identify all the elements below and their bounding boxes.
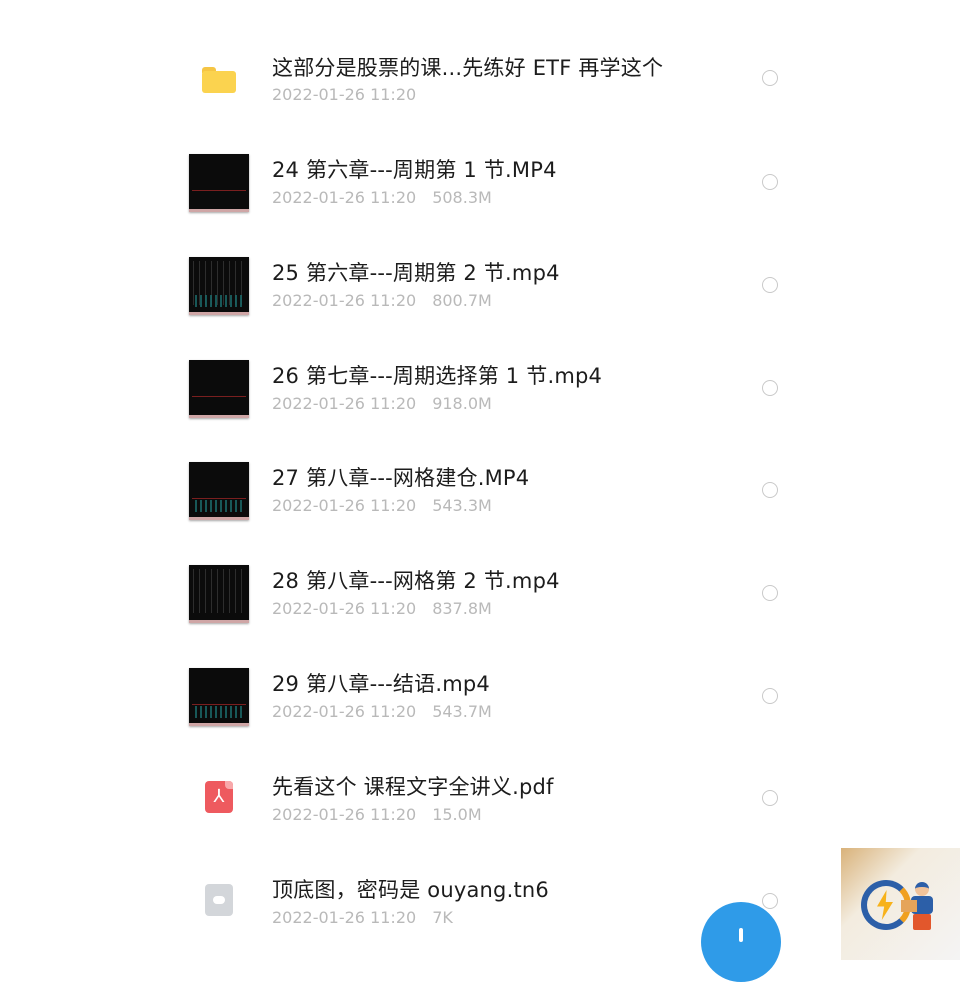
select-radio[interactable] bbox=[762, 174, 778, 190]
courier-figure-icon bbox=[901, 882, 935, 930]
file-size: 800.7M bbox=[432, 291, 492, 310]
select-radio[interactable] bbox=[762, 688, 778, 704]
file-size: 837.8M bbox=[432, 599, 492, 618]
file-meta: 2022-01-26 11:20 bbox=[272, 85, 416, 104]
video-thumbnail bbox=[189, 257, 249, 315]
file-date: 2022-01-26 11:20 bbox=[272, 908, 417, 927]
file-meta: 2022-01-26 11:20 918.0M bbox=[272, 394, 492, 413]
file-size: 543.3M bbox=[432, 496, 492, 515]
video-thumbnail bbox=[189, 565, 249, 623]
file-date: 2022-01-26 11:20 bbox=[272, 496, 417, 515]
video-thumbnail bbox=[189, 668, 249, 726]
list-item[interactable]: 27 第八章---网格建仓.MP4 2022-01-26 11:20 543.3M bbox=[0, 425, 960, 528]
video-thumbnail bbox=[189, 154, 249, 212]
list-item[interactable]: 25 第六章---周期第 2 节.mp4 2022-01-26 11:20 800… bbox=[0, 220, 960, 323]
cloud-file-icon bbox=[205, 884, 233, 916]
file-size: 543.7M bbox=[432, 702, 492, 721]
file-date: 2022-01-26 11:20 bbox=[272, 805, 417, 824]
select-radio[interactable] bbox=[762, 790, 778, 806]
file-title: 28 第八章---网格第 2 节.mp4 bbox=[272, 569, 560, 593]
file-meta: 2022-01-26 11:20 543.7M bbox=[272, 702, 492, 721]
courier-logo bbox=[841, 848, 960, 960]
file-meta: 2022-01-26 11:20 800.7M bbox=[272, 291, 492, 310]
file-size: 7K bbox=[432, 908, 453, 927]
list-item[interactable]: 29 第八章---结语.mp4 2022-01-26 11:20 543.7M bbox=[0, 631, 960, 734]
file-meta: 2022-01-26 11:20 15.0M bbox=[272, 805, 482, 824]
file-date: 2022-01-26 11:20 bbox=[272, 85, 417, 104]
select-radio[interactable] bbox=[762, 380, 778, 396]
file-title: 29 第八章---结语.mp4 bbox=[272, 672, 490, 696]
video-thumbnail bbox=[189, 462, 249, 520]
file-title: 先看这个 课程文字全讲义.pdf bbox=[272, 775, 554, 799]
list-item[interactable]: 26 第七章---周期选择第 1 节.mp4 2022-01-26 11:20 9… bbox=[0, 323, 960, 426]
video-thumbnail bbox=[189, 360, 249, 418]
file-meta: 2022-01-26 11:20 837.8M bbox=[272, 599, 492, 618]
plus-icon bbox=[739, 928, 743, 942]
file-size: 508.3M bbox=[432, 188, 492, 207]
file-title: 26 第七章---周期选择第 1 节.mp4 bbox=[272, 364, 603, 388]
file-meta: 2022-01-26 11:20 543.3M bbox=[272, 496, 492, 515]
file-title: 这部分是股票的课...先练好 ETF 再学这个 bbox=[272, 56, 664, 80]
file-size: 918.0M bbox=[432, 394, 492, 413]
list-item[interactable]: 28 第八章---网格第 2 节.mp4 2022-01-26 11:20 837… bbox=[0, 528, 960, 631]
file-list: 这部分是股票的课...先练好 ETF 再学这个 2022-01-26 11:20… bbox=[0, 0, 960, 960]
file-title: 顶底图，密码是 ouyang.tn6 bbox=[272, 878, 549, 902]
select-radio[interactable] bbox=[762, 585, 778, 601]
file-meta: 2022-01-26 11:20 508.3M bbox=[272, 188, 492, 207]
file-title: 25 第六章---周期第 2 节.mp4 bbox=[272, 261, 560, 285]
folder-icon bbox=[202, 67, 236, 93]
file-title: 24 第六章---周期第 1 节.MP4 bbox=[272, 158, 557, 182]
file-meta: 2022-01-26 11:20 7K bbox=[272, 908, 453, 927]
file-title: 27 第八章---网格建仓.MP4 bbox=[272, 466, 530, 490]
file-size: 15.0M bbox=[432, 805, 482, 824]
list-item[interactable]: 24 第六章---周期第 1 节.MP4 2022-01-26 11:20 508… bbox=[0, 117, 960, 220]
list-item[interactable]: 顶底图，密码是 ouyang.tn6 2022-01-26 11:20 7K bbox=[0, 837, 960, 940]
file-date: 2022-01-26 11:20 bbox=[272, 188, 417, 207]
select-radio[interactable] bbox=[762, 893, 778, 909]
select-radio[interactable] bbox=[762, 482, 778, 498]
list-item[interactable]: ⅄ 先看这个 课程文字全讲义.pdf 2022-01-26 11:20 15.0M bbox=[0, 734, 960, 837]
file-date: 2022-01-26 11:20 bbox=[272, 291, 417, 310]
file-date: 2022-01-26 11:20 bbox=[272, 394, 417, 413]
floating-action-button[interactable] bbox=[701, 902, 781, 982]
select-radio[interactable] bbox=[762, 70, 778, 86]
file-date: 2022-01-26 11:20 bbox=[272, 702, 417, 721]
select-radio[interactable] bbox=[762, 277, 778, 293]
pdf-icon: ⅄ bbox=[205, 781, 233, 813]
file-date: 2022-01-26 11:20 bbox=[272, 599, 417, 618]
